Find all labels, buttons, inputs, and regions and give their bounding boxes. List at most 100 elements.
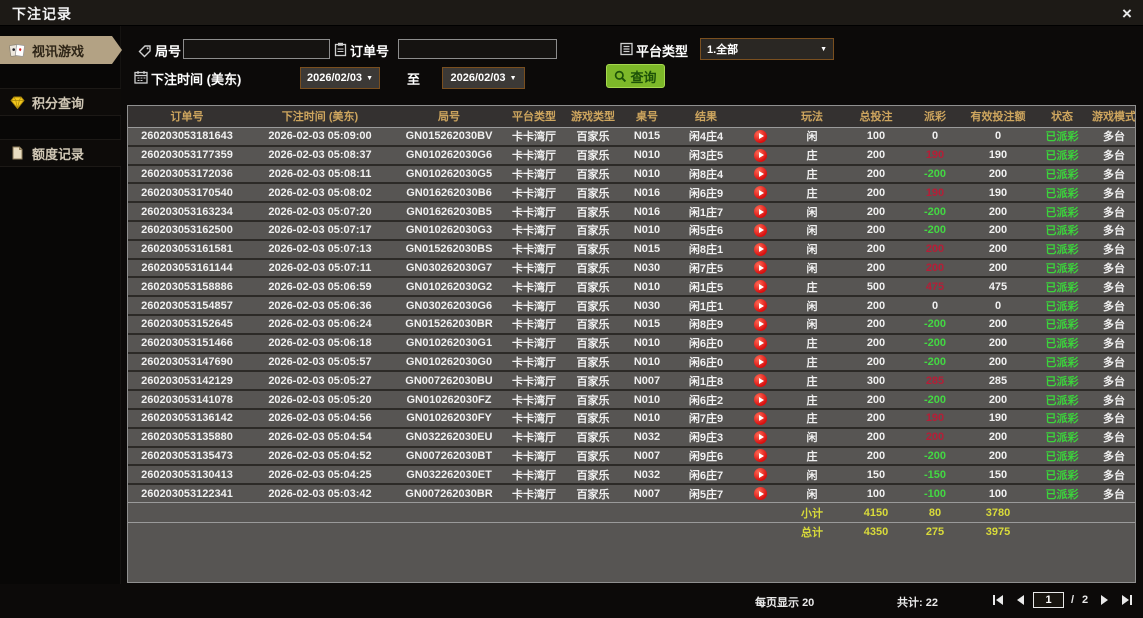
platform-type-value: 1.全部 bbox=[707, 44, 739, 56]
table-row: 260203053130413 2026-02-03 05:04:25 GN0322… bbox=[128, 464, 1135, 485]
column-header: 总投注 bbox=[844, 106, 908, 128]
play-video-icon[interactable] bbox=[753, 205, 767, 219]
clipboard-icon bbox=[334, 42, 347, 62]
play-video-icon[interactable] bbox=[753, 430, 767, 444]
round-number-input[interactable] bbox=[183, 39, 330, 59]
table-row: 260203053154857 2026-02-03 05:06:36 GN0302… bbox=[128, 295, 1135, 315]
table-row: 260203053181643 2026-02-03 05:09:00 GN0152… bbox=[141, 129, 1125, 144]
per-page-label: 每页显示 bbox=[755, 597, 799, 609]
sidebar-item-video-games[interactable]: 视讯游戏 bbox=[0, 36, 122, 64]
date-from-value: 2026/02/03 bbox=[307, 72, 363, 84]
date-to-picker[interactable]: 2026/02/03 ▼ bbox=[442, 67, 525, 89]
bet-records-table: 订单号 下注时间 (美东) 局号 平台类型 游戏类型 桌号 结果 玩法 总投注 派彩 有效投注额 状态… bbox=[127, 105, 1136, 583]
column-header: 局号 bbox=[394, 106, 504, 128]
bet-time-label: 下注时间 (美东) bbox=[151, 72, 242, 87]
page-number-input[interactable] bbox=[1033, 592, 1064, 608]
play-video-icon[interactable] bbox=[753, 167, 767, 181]
table-row: 260203053142129 2026-02-03 05:05:27 GN0072… bbox=[128, 370, 1135, 391]
date-from-picker[interactable]: 2026/02/03 ▼ bbox=[300, 67, 380, 89]
search-button[interactable]: 查询 bbox=[606, 64, 665, 88]
column-header: 订单号 bbox=[128, 106, 246, 128]
sidebar-item-label: 积分查询 bbox=[32, 95, 85, 111]
column-header: 下注时间 (美东) bbox=[246, 106, 394, 128]
total-count-display: 共计: 22 bbox=[897, 594, 938, 610]
play-video-icon[interactable] bbox=[753, 223, 767, 237]
first-page-icon[interactable] bbox=[992, 595, 1004, 605]
order-number-label: 订单号 bbox=[350, 44, 390, 59]
sidebar-item-points-query[interactable]: 积分查询 bbox=[0, 88, 121, 116]
chevron-down-icon: ▼ bbox=[820, 45, 827, 53]
column-header bbox=[740, 106, 780, 128]
play-video-icon[interactable] bbox=[753, 186, 767, 200]
table-header-row: 订单号 下注时间 (美东) 局号 平台类型 游戏类型 桌号 结果 玩法 总投注 派彩 有效投注额 状态… bbox=[128, 106, 1135, 128]
column-header: 结果 bbox=[672, 106, 740, 128]
platform-type-select[interactable]: 1.全部 ▼ bbox=[700, 38, 834, 60]
table-row: 260203053136142 2026-02-03 05:04:56 GN0102… bbox=[128, 407, 1135, 428]
last-page-icon[interactable] bbox=[1121, 595, 1133, 605]
next-page-icon[interactable] bbox=[1100, 595, 1109, 605]
play-video-icon[interactable] bbox=[753, 468, 767, 482]
table-row: 260203053170540 2026-02-03 05:08:02 GN0162… bbox=[128, 182, 1135, 203]
table-row: 260203053152645 2026-02-03 05:06:24 GN0152… bbox=[128, 313, 1135, 334]
play-video-icon[interactable] bbox=[753, 129, 767, 143]
play-video-icon[interactable] bbox=[753, 411, 767, 425]
play-video-icon[interactable] bbox=[753, 261, 767, 275]
total-row: 总计 4350 275 3975 bbox=[128, 521, 1135, 542]
column-header: 玩法 bbox=[780, 106, 844, 128]
play-video-icon[interactable] bbox=[753, 317, 767, 331]
play-video-icon[interactable] bbox=[753, 336, 767, 350]
column-header: 派彩 bbox=[908, 106, 962, 128]
close-icon[interactable]: × bbox=[1117, 4, 1137, 24]
table-row: 260203053135880 2026-02-03 05:04:54 GN0322… bbox=[128, 426, 1135, 447]
play-video-icon[interactable] bbox=[753, 487, 767, 501]
column-header: 平台类型 bbox=[504, 106, 564, 128]
column-header: 游戏模式 bbox=[1090, 106, 1135, 128]
page-separator: / bbox=[1071, 594, 1075, 606]
subtotal-valid-bet: 3780 bbox=[962, 502, 1034, 523]
total-label: 总计 bbox=[780, 521, 844, 542]
play-video-icon[interactable] bbox=[753, 242, 767, 256]
play-video-icon[interactable] bbox=[753, 148, 767, 162]
to-label: 至 bbox=[407, 72, 421, 87]
play-video-icon[interactable] bbox=[753, 393, 767, 407]
total-valid-bet: 3975 bbox=[962, 521, 1034, 542]
table-row: 260203053177359 2026-02-03 05:08:37 GN0102… bbox=[128, 144, 1135, 165]
sidebar-item-label: 额度记录 bbox=[32, 146, 85, 162]
play-video-icon[interactable] bbox=[753, 449, 767, 463]
table-row: 260203053151466 2026-02-03 05:06:18 GN0102… bbox=[128, 332, 1135, 353]
order-number-input[interactable] bbox=[398, 39, 557, 59]
page-title: 下注记录 bbox=[12, 6, 72, 22]
document-icon bbox=[9, 146, 25, 160]
chevron-down-icon: ▼ bbox=[509, 74, 517, 82]
play-video-icon[interactable] bbox=[753, 355, 767, 369]
subtotal-payout: 80 bbox=[908, 502, 962, 523]
date-to-value: 2026/02/03 bbox=[450, 72, 506, 84]
previous-page-icon[interactable] bbox=[1016, 595, 1025, 605]
per-page-display: 每页显示 20 bbox=[755, 594, 814, 610]
play-video-icon[interactable] bbox=[753, 280, 767, 294]
tag-icon bbox=[138, 44, 152, 63]
table-row: 260203053141078 2026-02-03 05:05:20 GN0102… bbox=[128, 389, 1135, 409]
table-row: 260203053161581 2026-02-03 05:07:13 GN0152… bbox=[128, 238, 1135, 259]
play-video-icon[interactable] bbox=[753, 374, 767, 388]
subtotal-label: 小计 bbox=[780, 502, 844, 523]
sidebar-item-quota-records[interactable]: 额度记录 bbox=[0, 139, 121, 167]
sidebar: 视讯游戏 积分查询 额度记录 bbox=[0, 26, 122, 618]
pagination-bar: 每页显示 20 共计: 22 / 2 bbox=[0, 584, 1143, 618]
table-row: 260203053172036 2026-02-03 05:08:11 GN0102… bbox=[128, 163, 1135, 184]
table-row: 260203053163234 2026-02-03 05:07:20 GN0162… bbox=[128, 201, 1135, 221]
table-row: 260203053158886 2026-02-03 05:06:59 GN0102… bbox=[128, 276, 1135, 297]
total-payout: 275 bbox=[908, 521, 962, 542]
play-video-icon[interactable] bbox=[753, 299, 767, 313]
platform-type-label: 平台类型 bbox=[636, 44, 689, 59]
calendar-icon bbox=[134, 70, 148, 89]
table-row: 260203053135473 2026-02-03 05:04:52 GN0072… bbox=[128, 445, 1135, 466]
search-button-label: 查询 bbox=[630, 69, 657, 85]
total-count-label: 共计: bbox=[897, 597, 923, 609]
gem-icon bbox=[9, 96, 25, 109]
subtotal-row: 小计 4150 80 3780 bbox=[128, 502, 1135, 523]
chevron-down-icon: ▼ bbox=[366, 74, 373, 82]
total-count-value: 22 bbox=[925, 597, 938, 609]
column-header: 游戏类型 bbox=[564, 106, 622, 128]
table-row: 260203053161144 2026-02-03 05:07:11 GN0302… bbox=[128, 257, 1135, 278]
